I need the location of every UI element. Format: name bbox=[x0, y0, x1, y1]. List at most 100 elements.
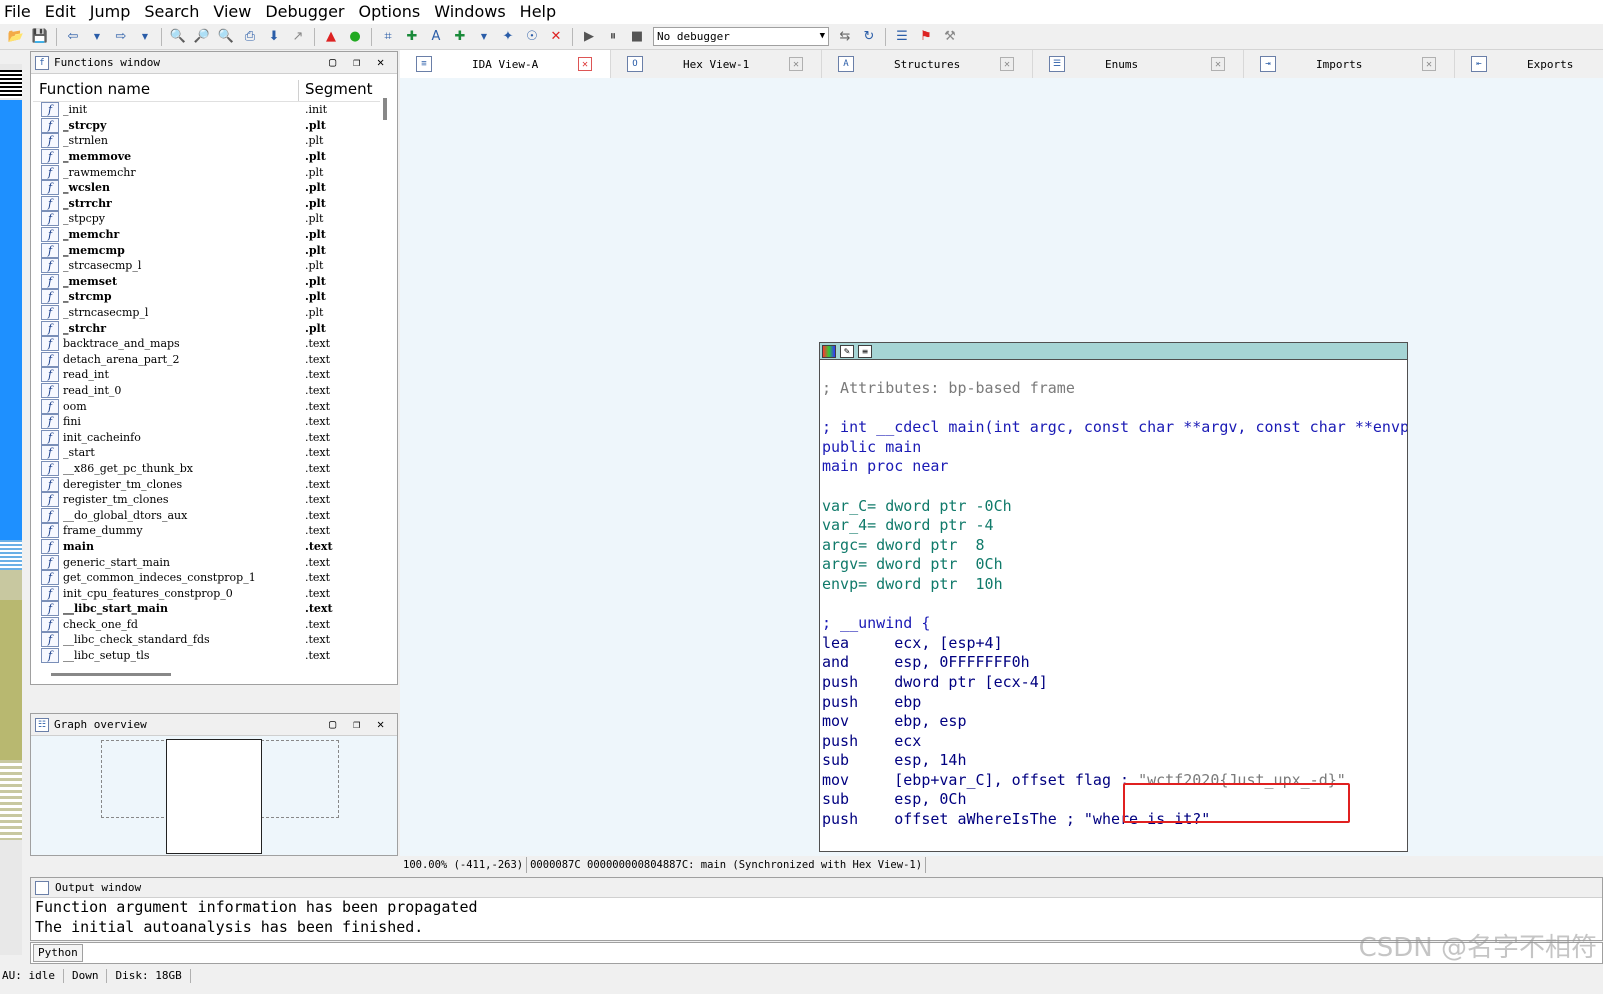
nav-arrow-up-icon[interactable] bbox=[0, 50, 22, 64]
menu-options[interactable]: Options bbox=[352, 0, 428, 24]
function-row[interactable]: f __libc_setup_tls .text bbox=[33, 648, 380, 664]
back-arrow-icon[interactable]: ⇦ bbox=[63, 27, 83, 47]
function-row[interactable]: f init_cacheinfo .text bbox=[33, 429, 380, 445]
function-row[interactable]: f read_int_0 .text bbox=[33, 382, 380, 399]
tools-icon[interactable]: ⚒ bbox=[940, 27, 960, 47]
struct-icon[interactable]: ✦ bbox=[498, 27, 518, 47]
close-icon[interactable]: ✕ bbox=[578, 57, 592, 71]
menu-windows[interactable]: Windows bbox=[427, 0, 512, 24]
save-icon[interactable]: 💾 bbox=[30, 27, 50, 47]
chart-icon[interactable]: ☉ bbox=[522, 27, 542, 47]
function-row[interactable]: f get_common_indeces_constprop_1 .text bbox=[33, 570, 380, 586]
menu-search[interactable]: Search bbox=[137, 0, 206, 24]
function-row[interactable]: f _memset .plt bbox=[33, 273, 380, 290]
function-row[interactable]: f fini .text bbox=[33, 414, 380, 430]
tab-imports[interactable]: ⇥ Imports ✕ bbox=[1244, 50, 1455, 78]
function-row[interactable]: f check_one_fd .text bbox=[33, 616, 380, 633]
add-icon[interactable]: ✚ bbox=[450, 27, 470, 47]
pause-icon[interactable]: ⏸ bbox=[603, 27, 623, 47]
minimize-icon[interactable]: ▢ bbox=[329, 717, 336, 731]
close-icon[interactable]: ✕ bbox=[377, 55, 384, 69]
close-icon[interactable]: ✕ bbox=[789, 57, 803, 71]
vertical-scrollbar[interactable] bbox=[383, 98, 387, 120]
function-row[interactable]: f frame_dummy .text bbox=[33, 523, 380, 539]
warning-icon[interactable]: ▲ bbox=[321, 27, 341, 47]
function-row[interactable]: f _strcpy .plt bbox=[33, 117, 380, 134]
dropdown-icon[interactable]: ▼ bbox=[87, 27, 107, 47]
function-row[interactable]: f read_int .text bbox=[33, 367, 380, 383]
search-text-icon[interactable]: 🔎 bbox=[192, 27, 212, 47]
forward-arrow-icon[interactable]: ⇨ bbox=[111, 27, 131, 47]
navigation-band[interactable] bbox=[0, 50, 22, 955]
function-row[interactable]: f deregister_tm_clones .text bbox=[33, 476, 380, 492]
debugger-select[interactable]: No debugger ▼ bbox=[653, 27, 829, 46]
column-function-name[interactable]: Function name bbox=[33, 80, 299, 101]
breakpoint-icon[interactable]: ⚑ bbox=[916, 27, 936, 47]
search-binary-icon[interactable]: 🔍 bbox=[168, 27, 188, 47]
jump-down-icon[interactable]: ⬇ bbox=[264, 27, 284, 47]
function-row[interactable]: f backtrace_and_maps .text bbox=[33, 336, 380, 352]
function-row[interactable]: f detach_arena_part_2 .text bbox=[33, 351, 380, 368]
function-row[interactable]: f __x86_get_pc_thunk_bx .text bbox=[33, 460, 380, 477]
function-row[interactable]: f __libc_check_standard_fds .text bbox=[33, 632, 380, 648]
graph-node-main[interactable]: ✎ ≡ ; Attributes: bp-based frame ; int _… bbox=[819, 342, 1408, 852]
close-icon[interactable]: ✕ bbox=[1422, 57, 1436, 71]
function-row[interactable]: f _strcasecmp_l .plt bbox=[33, 258, 380, 274]
function-row[interactable]: f init_cpu_features_constprop_0 .text bbox=[33, 585, 380, 601]
function-row[interactable]: f _wcslen .plt bbox=[33, 180, 380, 196]
column-segment[interactable]: Segment bbox=[299, 80, 373, 101]
close-icon[interactable]: ✕ bbox=[1211, 57, 1225, 71]
menu-view[interactable]: View bbox=[206, 0, 258, 24]
function-row[interactable]: f _memmove .plt bbox=[33, 149, 380, 165]
function-row[interactable]: f _rawmemchr .plt bbox=[33, 164, 380, 180]
tab-exports[interactable]: ⇤ Exports bbox=[1455, 50, 1603, 78]
green-circle-icon[interactable]: ● bbox=[345, 27, 365, 47]
function-row[interactable]: f _strcmp .plt bbox=[33, 289, 380, 305]
open-file-icon[interactable]: 📂 bbox=[6, 27, 26, 47]
menu-jump[interactable]: Jump bbox=[83, 0, 138, 24]
close-icon[interactable]: ✕ bbox=[1000, 57, 1014, 71]
menu-help[interactable]: Help bbox=[513, 0, 563, 24]
group-icon[interactable]: ≡ bbox=[858, 344, 872, 358]
search-immediate-icon[interactable]: 🔍 bbox=[216, 27, 236, 47]
function-row[interactable]: f _strnlen .plt bbox=[33, 133, 380, 149]
menu-debugger[interactable]: Debugger bbox=[258, 0, 351, 24]
function-row[interactable]: f _strrchr .plt bbox=[33, 195, 380, 212]
function-row[interactable]: f _memcmp .plt bbox=[33, 242, 380, 258]
xref-icon[interactable]: ↗ bbox=[288, 27, 308, 47]
function-row[interactable]: f _init .init bbox=[33, 102, 380, 118]
function-row[interactable]: f _start .text bbox=[33, 445, 380, 461]
horizontal-scrollbar[interactable] bbox=[51, 673, 171, 676]
restore-icon[interactable]: ❐ bbox=[353, 717, 360, 731]
function-row[interactable]: f _memchr .plt bbox=[33, 227, 380, 243]
stop-icon[interactable]: ■ bbox=[627, 27, 647, 47]
code-icon[interactable]: ⌗ bbox=[378, 27, 398, 47]
tab-ida-view-a[interactable]: ≡ IDA View-A ✕ bbox=[400, 50, 611, 78]
function-row[interactable]: f _strchr .plt bbox=[33, 320, 380, 336]
ascii-icon[interactable]: A bbox=[426, 27, 446, 47]
dropdown-icon[interactable]: ▼ bbox=[474, 27, 494, 47]
function-row[interactable]: f _strncasecmp_l .plt bbox=[33, 305, 380, 321]
function-row[interactable]: f __do_global_dtors_aux .text bbox=[33, 507, 380, 523]
dropdown-icon[interactable]: ▼ bbox=[135, 27, 155, 47]
function-row[interactable]: f oom .text bbox=[33, 398, 380, 414]
tab-hex-view-1[interactable]: O Hex View-1 ✕ bbox=[611, 50, 822, 78]
edit-icon[interactable]: ✎ bbox=[840, 344, 854, 358]
function-row[interactable]: f __libc_start_main .text bbox=[33, 601, 380, 617]
close-icon[interactable]: ✕ bbox=[377, 717, 384, 731]
ida-view-graph[interactable]: ✎ ≡ ; Attributes: bp-based frame ; int _… bbox=[400, 78, 1603, 856]
data-icon[interactable]: ✚ bbox=[402, 27, 422, 47]
function-row[interactable]: f main .text bbox=[33, 538, 380, 555]
function-row[interactable]: f generic_start_main .text bbox=[33, 554, 380, 570]
menu-file[interactable]: File bbox=[0, 0, 38, 24]
color-icon[interactable] bbox=[822, 344, 836, 358]
delete-icon[interactable]: ✕ bbox=[546, 27, 566, 47]
list-icon[interactable]: ☰ bbox=[892, 27, 912, 47]
attach-icon[interactable]: ⇆ bbox=[835, 27, 855, 47]
graph-overview-canvas[interactable] bbox=[31, 736, 397, 855]
function-row[interactable]: f _stpcpy .plt bbox=[33, 211, 380, 227]
restore-icon[interactable]: ❐ bbox=[353, 55, 360, 69]
overview-node[interactable] bbox=[166, 739, 262, 854]
minimize-icon[interactable]: ▢ bbox=[329, 55, 336, 69]
run-icon[interactable]: ▶ bbox=[579, 27, 599, 47]
